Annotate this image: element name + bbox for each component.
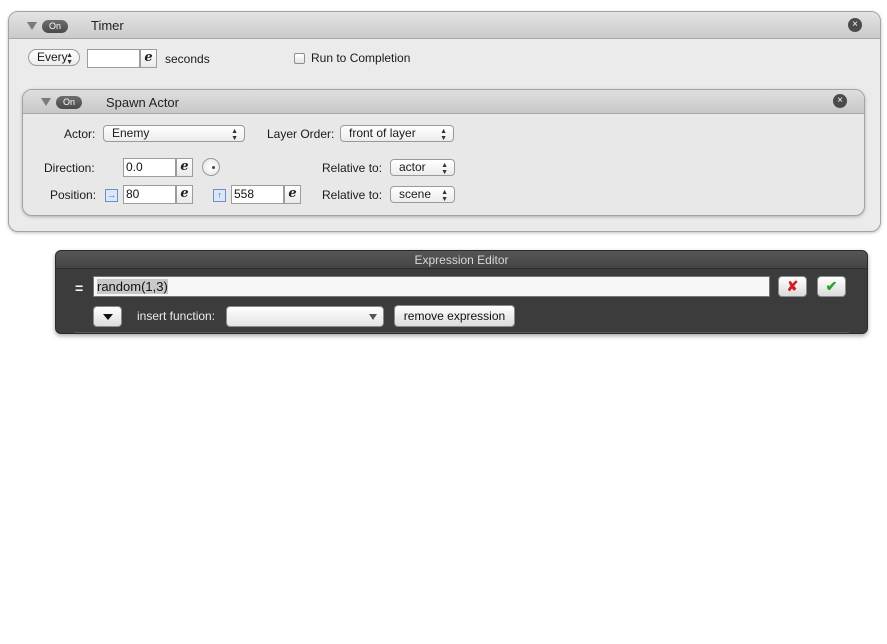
position-label: Position: xyxy=(50,188,97,202)
run-to-completion-label[interactable]: Run to Completion xyxy=(311,51,410,65)
position-y-input[interactable]: 558 xyxy=(231,185,284,204)
close-icon[interactable]: × xyxy=(848,18,862,32)
expression-editor-icon[interactable]: e xyxy=(140,49,157,68)
expression-editor: Expression Editor = random(1,3) ✘ ✔ inse… xyxy=(55,250,868,334)
direction-label: Direction: xyxy=(44,161,95,175)
layer-order-select[interactable]: front of layer ▲ ▼ xyxy=(340,125,454,142)
position-relative-value: scene xyxy=(399,187,432,201)
timer-mode-select[interactable]: Every ▲ ▼ xyxy=(28,49,80,66)
expression-input[interactable]: random(1,3) xyxy=(93,276,770,297)
insert-function-select[interactable] xyxy=(226,306,384,327)
position-x-input[interactable]: 80 xyxy=(123,185,176,204)
spawn-actor-title: Spawn Actor xyxy=(106,95,179,110)
spawn-actor-behavior: On Spawn Actor × Actor: Enemy ▲ ▼ Layer O… xyxy=(22,89,865,216)
timer-mode-value: Every xyxy=(37,50,68,64)
confirm-button[interactable]: ✔ xyxy=(817,276,846,297)
expression-editor-title: Expression Editor xyxy=(56,251,867,269)
spawn-actor-header: On Spawn Actor × xyxy=(23,90,864,114)
expression-editor-icon[interactable]: e xyxy=(176,158,193,177)
direction-dial-icon[interactable] xyxy=(202,158,220,176)
position-relative-select[interactable]: scene ▲ ▼ xyxy=(390,186,455,203)
seconds-input[interactable] xyxy=(87,49,140,68)
popup-arrows-icon: ▲ ▼ xyxy=(231,128,238,142)
timer-header: On Timer × xyxy=(9,12,880,39)
expression-editor-icon[interactable]: e xyxy=(284,185,301,204)
expression-text: random(1,3) xyxy=(97,279,168,294)
close-icon[interactable]: × xyxy=(833,94,847,108)
spawn-actor-toggle[interactable]: On xyxy=(56,96,82,109)
timer-title: Timer xyxy=(91,18,124,33)
checkmark-icon: ✔ xyxy=(825,278,838,294)
cancel-icon: ✘ xyxy=(786,278,799,294)
insert-function-label: insert function: xyxy=(137,309,216,323)
expression-menu-button[interactable] xyxy=(93,306,122,327)
actor-label: Actor: xyxy=(64,127,96,141)
layer-order-label: Layer Order: xyxy=(267,127,335,141)
y-axis-icon: ↑ xyxy=(213,189,226,202)
direction-relative-select[interactable]: actor ▲ ▼ xyxy=(390,159,455,176)
cancel-button[interactable]: ✘ xyxy=(778,276,807,297)
popup-arrows-icon: ▲ ▼ xyxy=(441,189,448,203)
actor-value: Enemy xyxy=(112,126,150,140)
collapse-triangle-icon[interactable] xyxy=(41,98,51,106)
direction-input[interactable]: 0.0 xyxy=(123,158,176,177)
divider xyxy=(74,332,849,333)
collapse-triangle-icon[interactable] xyxy=(27,22,37,30)
popup-arrows-icon: ▲ ▼ xyxy=(66,52,73,66)
x-axis-icon: → xyxy=(105,189,118,202)
popup-arrows-icon: ▲ ▼ xyxy=(440,128,447,142)
equals-sign: = xyxy=(75,280,84,296)
run-to-completion-checkbox[interactable] xyxy=(294,53,305,64)
direction-relative-value: actor xyxy=(399,160,426,174)
layer-order-value: front of layer xyxy=(349,126,416,140)
seconds-label: seconds xyxy=(165,52,210,66)
direction-relative-label: Relative to: xyxy=(322,161,383,175)
expression-editor-icon[interactable]: e xyxy=(176,185,193,204)
timer-toggle[interactable]: On xyxy=(42,20,68,33)
actor-select[interactable]: Enemy ▲ ▼ xyxy=(103,125,245,142)
position-relative-label: Relative to: xyxy=(322,188,383,202)
popup-arrows-icon: ▲ ▼ xyxy=(441,162,448,176)
remove-expression-button[interactable]: remove expression xyxy=(394,305,515,327)
